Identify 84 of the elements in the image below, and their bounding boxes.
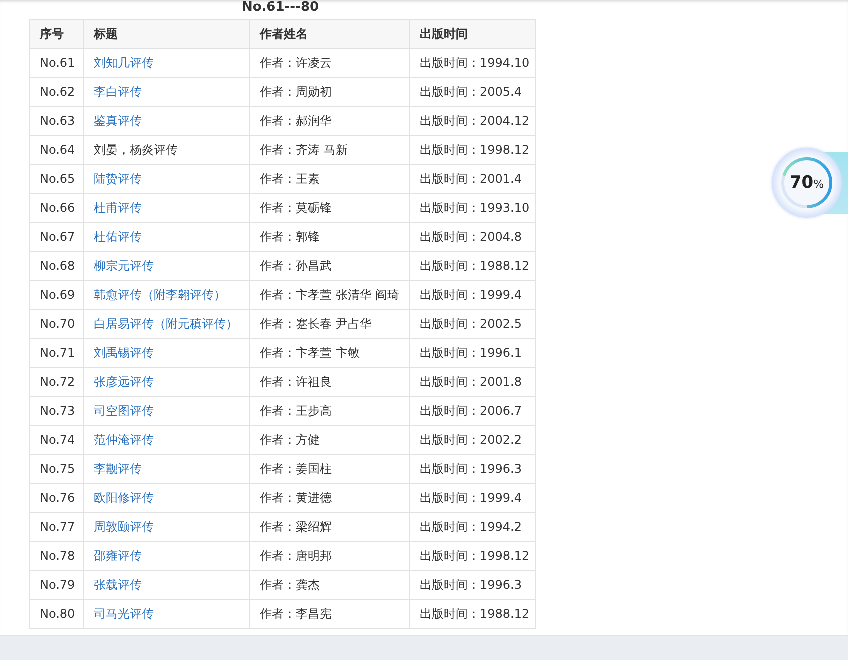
table-cell: 作者：方健 [250,426,410,454]
table-cell: 出版时间：2002.5 [410,310,536,338]
table-cell: No.76 [30,484,84,512]
table-cell: 作者：郭锋 [250,222,410,252]
title-link[interactable]: 欧阳修评传 [94,490,154,504]
table-cell: 出版时间：1988.12 [410,600,536,628]
title-link[interactable]: 刘禹锡评传 [94,346,154,360]
table-cell: 出版时间：1999.4 [410,484,536,512]
table-cell: 出版时间：1998.12 [410,136,536,164]
table-cell: No.79 [30,570,84,600]
table-cell: 出版时间：1994.10 [410,48,536,78]
table-cell: No.67 [30,222,84,252]
table-cell: 作者：孙昌武 [250,252,410,280]
table-cell: 出版时间：1988.12 [410,252,536,280]
title-link[interactable]: 张载评传 [94,578,142,592]
table-cell: 出版时间：1996.3 [410,570,536,600]
table-cell: 出版时间：2001.8 [410,368,536,396]
table-cell: 作者：李昌宪 [250,600,410,628]
title-link[interactable]: 陆贽评传 [94,172,142,186]
table-cell: No.71 [30,338,84,368]
table-cell: 出版时间：1994.2 [410,512,536,542]
table-cell: No.77 [30,512,84,542]
title-link[interactable]: 李觏评传 [94,462,142,476]
table-cell: 作者：许祖良 [250,368,410,396]
table-cell: 作者：卞孝萱 张清华 阎琦 [250,280,410,310]
title-link[interactable]: 张彦远评传 [94,374,154,388]
column-header: 出版时间 [410,20,536,48]
table-cell: 出版时间：2001.4 [410,164,536,194]
table-cell: 出版时间：1998.12 [410,542,536,570]
title-link[interactable]: 范仲淹评传 [94,432,154,446]
table-cell: No.70 [30,310,84,338]
title-link[interactable]: 李白评传 [94,84,142,98]
table-cell: No.68 [30,252,84,280]
title-link[interactable]: 柳宗元评传 [94,258,154,272]
table-cell: 作者：卞孝萱 卞敏 [250,338,410,368]
table-cell: No.80 [30,600,84,628]
title-link[interactable]: 司空图评传 [94,404,154,418]
title-link[interactable]: 刘知几评传 [94,56,154,70]
table-cell: 作者：莫砺锋 [250,194,410,222]
title-link[interactable]: 周敦颐评传 [94,520,154,534]
table-cell: 作者：姜国柱 [250,454,410,484]
column-header: 作者姓名 [250,20,410,48]
title-link[interactable]: 杜甫评传 [94,200,142,214]
table-cell: 出版时间：2002.2 [410,426,536,454]
table-cell: 出版时间：1993.10 [410,194,536,222]
title-link[interactable]: 鉴真评传 [94,114,142,128]
title-link[interactable]: 司马光评传 [94,606,154,620]
table-cell: 作者：梁绍辉 [250,512,410,542]
table-cell: 作者：黄进德 [250,484,410,512]
table-cell: 作者：周勋初 [250,78,410,106]
table-cell: 作者：郝润华 [250,106,410,136]
table-cell: No.74 [30,426,84,454]
table-cell: 作者：蹇长春 尹占华 [250,310,410,338]
table-cell: 出版时间：2004.12 [410,106,536,136]
table-cell: 出版时间：1996.3 [410,454,536,484]
title-link[interactable]: 杜佑评传 [94,230,142,244]
table-cell: No.65 [30,164,84,194]
table-cell: 出版时间：2004.8 [410,222,536,252]
table-cell: No.62 [30,78,84,106]
table-cell: 作者：王步高 [250,396,410,426]
table-cell: 作者：王素 [250,164,410,194]
table-cell: No.72 [30,368,84,396]
table-cell: 出版时间：1996.1 [410,338,536,368]
progress-value: 70% [790,173,824,193]
table-cell: 出版时间：2006.7 [410,396,536,426]
table-cell: 出版时间：1999.4 [410,280,536,310]
column-header: 标题 [84,20,250,48]
table-cell: 作者：龚杰 [250,570,410,600]
table-cell: 作者：齐涛 马新 [250,136,410,164]
table-cell: No.61 [30,48,84,78]
title-link[interactable]: 邵雍评传 [94,548,142,562]
title-text: 刘晏，杨炎评传 [94,142,178,156]
table-cell: No.78 [30,542,84,570]
table-cell: No.64 [30,136,84,164]
table-cell: No.69 [30,280,84,310]
table-cell: No.63 [30,106,84,136]
column-header: 序号 [30,20,84,48]
table-cell: No.66 [30,194,84,222]
table-cell: 出版时间：2005.4 [410,78,536,106]
table-cell: 作者：许凌云 [250,48,410,78]
table-cell: No.73 [30,396,84,426]
page-heading: No.61---80 [240,0,320,15]
table-cell: 作者：唐明邦 [250,542,410,570]
table-cell: No.75 [30,454,84,484]
